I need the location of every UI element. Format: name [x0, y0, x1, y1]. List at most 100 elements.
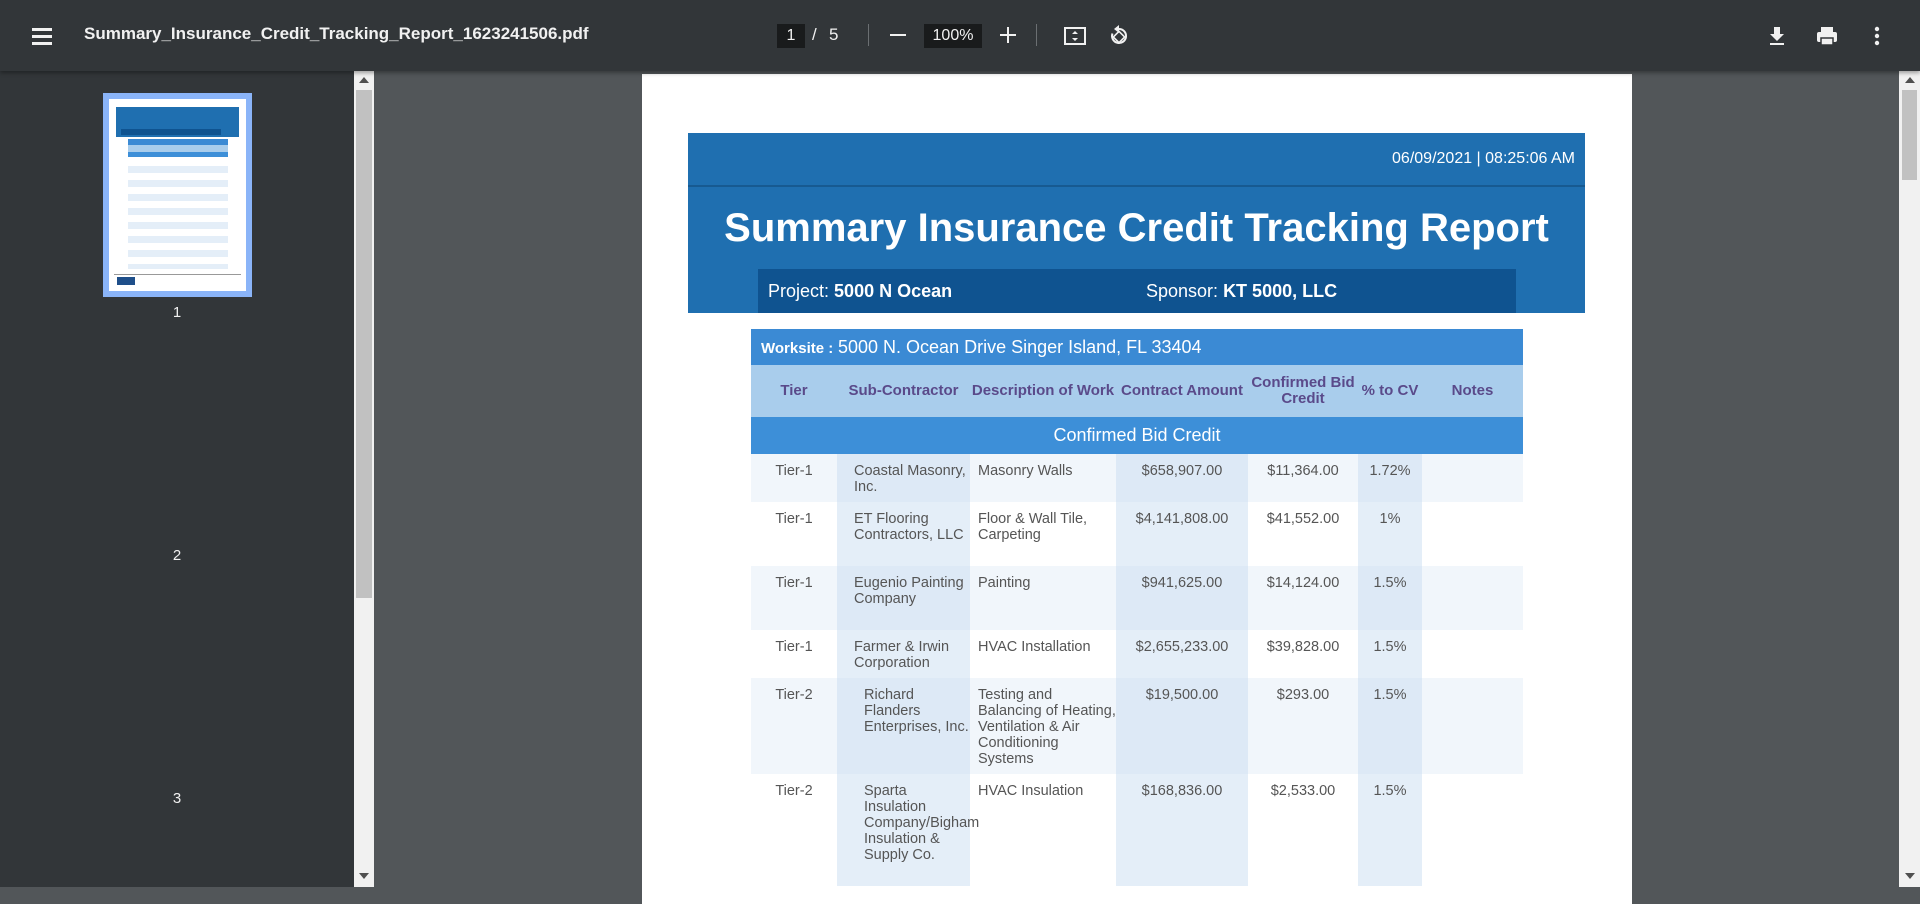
cell-bid-credit: $14,124.00 [1266, 575, 1340, 591]
cell-notes [1422, 502, 1523, 566]
download-icon[interactable] [1763, 22, 1791, 50]
cell-contract-amount: $168,836.00 [1116, 774, 1248, 886]
header-divider [688, 185, 1585, 187]
menu-icon[interactable] [28, 22, 56, 50]
table-row: Tier-2 Richard Flanders Enterprises, Inc… [751, 678, 1523, 774]
col-tier: Tier [780, 382, 808, 399]
report-timestamp: 06/09/2021 | 08:25:06 AM [1392, 150, 1575, 167]
cell-tier: Tier-2 [775, 687, 813, 703]
cell-bid-credit: $2,533.00 [1270, 783, 1336, 799]
page-separator: / [812, 25, 817, 44]
cell-notes [1422, 774, 1523, 886]
more-options-icon[interactable] [1863, 22, 1891, 50]
report-header: 06/09/2021 | 08:25:06 AM Summary Insuran… [688, 133, 1585, 313]
cell-notes [1422, 566, 1523, 630]
scroll-down-icon[interactable] [1905, 873, 1915, 879]
cell-pct: 1.5% [1358, 678, 1422, 774]
cell-notes [1422, 678, 1523, 774]
document-scrollbar-thumb[interactable] [1902, 90, 1917, 180]
cell-bid-credit: $11,364.00 [1267, 463, 1339, 479]
file-name: Summary_Insurance_Credit_Tracking_Report… [84, 24, 589, 43]
cell-pct: 1% [1358, 502, 1422, 566]
cell-subcontractor: Richard Flanders Enterprises, Inc. [837, 678, 970, 774]
cell-tier: Tier-2 [775, 783, 813, 799]
table-row: Tier-1 Coastal Masonry, Inc. Masonry Wal… [751, 454, 1523, 502]
col-description: Description of Work [971, 382, 1115, 399]
col-contract-amount: Contract Amount [1121, 382, 1243, 399]
cell-bid-credit: $293.00 [1276, 687, 1330, 703]
fit-to-page-icon[interactable] [1061, 22, 1089, 50]
table-row: Tier-1 Eugenio Painting Company Painting… [751, 566, 1523, 630]
page-thumbnail-1[interactable] [103, 93, 252, 297]
cell-contract-amount: $2,655,233.00 [1116, 630, 1248, 678]
cell-description: HVAC Insulation [978, 783, 1084, 799]
cell-description: Testing and Balancing of Heating, Ventil… [978, 687, 1116, 767]
toolbar-divider [1036, 24, 1037, 46]
project-band: Project: 5000 N Ocean Sponsor: KT 5000, … [758, 269, 1516, 313]
scroll-up-icon[interactable] [359, 77, 369, 83]
page-thumbnail-2[interactable]: 2 [0, 547, 354, 564]
sponsor-label: Sponsor: [1146, 281, 1219, 301]
current-page-input[interactable]: 1 [777, 24, 805, 48]
worksite-row: Worksite : 5000 N. Ocean Drive Singer Is… [751, 329, 1523, 365]
cell-subcontractor: Coastal Masonry, Inc. [837, 454, 970, 502]
cell-pct: 1.72% [1358, 454, 1422, 502]
cell-description: Masonry Walls [978, 463, 1073, 479]
table-row: Tier-1 ET Flooring Contractors, LLC Floo… [751, 502, 1523, 566]
cell-bid-credit: $39,828.00 [1266, 639, 1340, 655]
cell-pct: 1.5% [1358, 630, 1422, 678]
col-subcontractor: Sub-Contractor [848, 382, 959, 399]
scroll-down-icon[interactable] [359, 873, 369, 879]
cell-tier: Tier-1 [775, 575, 813, 591]
toolbar-divider [868, 24, 869, 46]
cell-tier: Tier-1 [775, 463, 813, 479]
cell-subcontractor: ET Flooring Contractors, LLC [837, 502, 970, 566]
report-title: Summary Insurance Credit Tracking Report [724, 206, 1549, 250]
page-thumbnail-3[interactable]: 3 [0, 790, 354, 807]
print-icon[interactable] [1813, 22, 1841, 50]
col-pct-cv: % to CV [1361, 382, 1419, 399]
cell-description: HVAC Installation [978, 639, 1091, 655]
table-header: Tier Sub-Contractor Description of Work … [751, 365, 1523, 417]
cell-notes [1422, 454, 1523, 502]
worksite-label: Worksite : [761, 340, 834, 357]
zoom-level-input[interactable]: 100% [924, 24, 982, 48]
section-title: Confirmed Bid Credit [751, 417, 1523, 454]
cell-subcontractor: Farmer & Irwin Corporation [837, 630, 970, 678]
cell-subcontractor: Sparta Insulation Company/Bigham Insulat… [837, 774, 979, 886]
cell-tier: Tier-1 [775, 639, 813, 655]
project-label: Project: [768, 281, 830, 301]
cell-bid-credit: $41,552.00 [1266, 511, 1340, 527]
pdf-page: 06/09/2021 | 08:25:06 AM Summary Insuran… [642, 74, 1632, 904]
cell-pct: 1.5% [1358, 566, 1422, 630]
thumbnail-preview [109, 99, 246, 291]
col-notes: Notes [1451, 382, 1494, 399]
project-value: 5000 N Ocean [834, 281, 953, 301]
table-row: Tier-2 Sparta Insulation Company/Bigham … [751, 774, 1523, 886]
cell-contract-amount: $941,625.00 [1116, 566, 1248, 630]
scroll-up-icon[interactable] [1905, 77, 1915, 83]
zoom-out-icon[interactable] [886, 23, 910, 47]
cell-contract-amount: $19,500.00 [1116, 678, 1248, 774]
credit-table: Worksite : 5000 N. Ocean Drive Singer Is… [751, 329, 1523, 886]
worksite-value: 5000 N. Ocean Drive Singer Island, FL 33… [838, 337, 1202, 357]
col-bid-credit: Confirmed Bid Credit [1251, 374, 1355, 407]
total-pages: 5 [829, 25, 839, 44]
cell-contract-amount: $658,907.00 [1116, 454, 1248, 502]
thumbnail-sidebar: 1 2 3 [0, 71, 354, 887]
sponsor-value: KT 5000, LLC [1223, 281, 1338, 301]
zoom-in-icon[interactable] [996, 23, 1020, 47]
table-row: Tier-1 Farmer & Irwin Corporation HVAC I… [751, 630, 1523, 678]
cell-description: Floor & Wall Tile, Carpeting [978, 511, 1088, 543]
sidebar-scrollbar-thumb[interactable] [356, 90, 372, 598]
cell-subcontractor: Eugenio Painting Company [837, 566, 970, 630]
cell-tier: Tier-1 [775, 511, 813, 527]
document-scrollbar[interactable] [1899, 71, 1920, 887]
thumbnail-label: 1 [172, 304, 182, 321]
cell-notes [1422, 630, 1523, 678]
cell-pct: 1.5% [1358, 774, 1422, 886]
cell-contract-amount: $4,141,808.00 [1116, 502, 1248, 566]
cell-description: Painting [978, 575, 1031, 591]
pdf-toolbar: Summary_Insurance_Credit_Tracking_Report… [0, 0, 1920, 71]
rotate-icon[interactable] [1105, 22, 1133, 50]
